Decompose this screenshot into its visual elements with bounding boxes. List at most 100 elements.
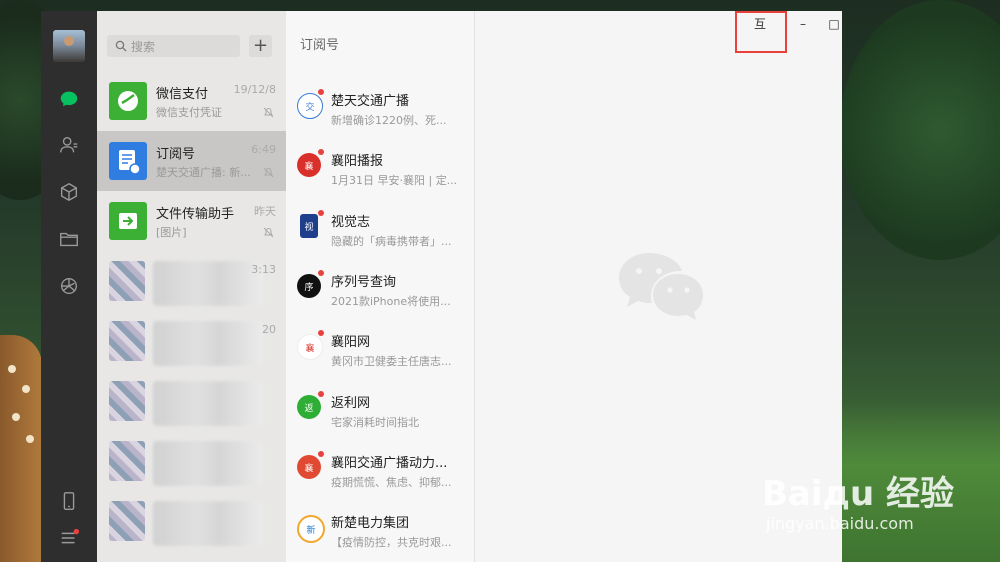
unread-dot xyxy=(318,149,324,155)
chat-time: 19/12/8 xyxy=(233,83,276,96)
minimize-button[interactable]: – xyxy=(793,16,813,32)
account-name: 襄阳播报 xyxy=(331,154,384,169)
unread-dot xyxy=(318,391,324,397)
account-name: 襄阳交通广播动力... xyxy=(331,456,448,471)
account-logo: 襄 xyxy=(297,455,321,479)
account-preview: 疫期慌慌、焦虑、抑郁... xyxy=(331,476,452,489)
subscription-item[interactable]: 返 返利网 宅家消耗时间指北 xyxy=(286,383,474,443)
cube-icon[interactable] xyxy=(57,180,81,204)
search-placeholder: 搜索 xyxy=(131,40,156,54)
account-logo: 返 xyxy=(297,395,321,419)
unread-dot xyxy=(318,330,324,336)
search-icon xyxy=(115,40,127,52)
blurred-avatar xyxy=(109,501,145,541)
account-preview: 宅家消耗时间指北 xyxy=(331,416,419,429)
account-logo: 新 xyxy=(297,515,325,543)
chat-icon[interactable] xyxy=(57,87,81,111)
chat-list-panel: 搜索 + 微信支付 微信支付凭证 19/12/8 订阅号 楚天交通广播: 新..… xyxy=(97,11,286,562)
search-input[interactable]: 搜索 xyxy=(107,35,240,57)
account-preview: 【疫情防控，共克时艰... xyxy=(331,536,452,549)
chat-name: 订阅号 xyxy=(156,147,196,162)
chat-time: 3:13 xyxy=(251,263,276,276)
subscription-item[interactable]: 襄 襄阳播报 1月31日 早安·襄阳 | 定... xyxy=(286,141,474,201)
subscription-item[interactable]: 序 序列号查询 2021款iPhone将使用... xyxy=(286,262,474,322)
menu-icon[interactable] xyxy=(57,526,81,550)
chat-name: 微信支付 xyxy=(156,87,209,102)
chat-item-subscriptions[interactable]: 订阅号 楚天交通广播: 新... 6:49 xyxy=(97,131,286,191)
unread-dot xyxy=(318,210,324,216)
watermark-logo: Baiдu 经验 xyxy=(762,474,955,514)
blurred-content xyxy=(153,321,263,366)
chat-item-blurred[interactable] xyxy=(97,371,286,431)
wechat-window: 搜索 + 微信支付 微信支付凭证 19/12/8 订阅号 楚天交通广播: 新..… xyxy=(41,11,842,562)
account-preview: 隐藏的「病毒携带者」... xyxy=(331,235,452,248)
file-transfer-avatar xyxy=(109,202,147,240)
chat-item-blurred[interactable]: 3:13 xyxy=(97,251,286,311)
add-button[interactable]: + xyxy=(249,35,272,57)
account-name: 视觉志 xyxy=(331,215,371,230)
pin-highlight-box xyxy=(735,11,787,53)
account-preview: 黄冈市卫健委主任唐志... xyxy=(331,355,452,368)
account-name: 序列号查询 xyxy=(331,275,397,290)
blurred-content xyxy=(153,381,263,426)
subscriptions-panel: 订阅号 交 楚天交通广播 新增确诊1220例、死... 襄 襄阳播报 1月31日… xyxy=(286,11,475,562)
mute-icon xyxy=(263,167,274,178)
chat-preview: 微信支付凭证 xyxy=(156,106,222,119)
blurred-avatar xyxy=(109,381,145,421)
folder-icon[interactable] xyxy=(57,227,81,251)
subscription-item[interactable]: 襄 襄阳交通广播动力... 疫期慌慌、焦虑、抑郁... xyxy=(286,443,474,503)
blurred-avatar xyxy=(109,261,145,301)
watermark-url: jingyan.baidu.com xyxy=(766,514,914,533)
account-name: 楚天交通广播 xyxy=(331,94,410,109)
chat-preview: 楚天交通广播: 新... xyxy=(156,166,251,179)
chat-item-file-transfer[interactable]: 文件传输助手 [图片] 昨天 xyxy=(97,191,286,251)
subscription-item[interactable]: 视 视觉志 隐藏的「病毒携带者」... xyxy=(286,202,474,262)
chat-time: 6:49 xyxy=(251,143,276,156)
unread-dot xyxy=(318,89,324,95)
contacts-icon[interactable] xyxy=(57,133,81,157)
maximize-button[interactable]: □ xyxy=(824,16,842,32)
chat-time: 20 xyxy=(262,323,276,336)
account-logo: 襄 xyxy=(297,153,321,177)
account-logo: 视 xyxy=(300,214,318,238)
unread-dot xyxy=(318,451,324,457)
nav-bar xyxy=(41,11,97,562)
subscriptions-avatar xyxy=(109,142,147,180)
blurred-content xyxy=(153,261,263,306)
account-logo: 交 xyxy=(297,93,323,119)
unread-dot xyxy=(318,270,324,276)
blurred-content xyxy=(153,501,263,546)
chat-preview: [图片] xyxy=(156,226,187,239)
subscription-item[interactable]: 襄 襄阳网 黄冈市卫健委主任唐志... xyxy=(286,322,474,382)
account-logo: 襄 xyxy=(297,334,323,360)
subscriptions-title: 订阅号 xyxy=(300,38,340,53)
account-name: 返利网 xyxy=(331,396,371,411)
wechat-pay-avatar xyxy=(109,82,147,120)
moments-icon[interactable] xyxy=(57,274,81,298)
chat-name: 文件传输助手 xyxy=(156,207,235,222)
account-name: 新楚电力集团 xyxy=(331,516,410,531)
phone-icon[interactable] xyxy=(57,489,81,513)
blurred-content xyxy=(153,441,263,486)
account-preview: 2021款iPhone将使用... xyxy=(331,295,451,308)
blurred-avatar xyxy=(109,441,145,481)
mute-icon xyxy=(263,227,274,238)
deer-image xyxy=(0,335,42,562)
blurred-avatar xyxy=(109,321,145,361)
user-avatar[interactable] xyxy=(53,30,85,62)
subscription-item[interactable]: 交 楚天交通广播 新增确诊1220例、死... xyxy=(286,81,474,141)
subscription-item[interactable]: 新 新楚电力集团 【疫情防控，共克时艰... xyxy=(286,503,474,562)
account-logo: 序 xyxy=(297,274,321,298)
chat-item-blurred[interactable] xyxy=(97,491,286,551)
wechat-logo-icon xyxy=(619,253,703,320)
tree-foliage xyxy=(840,0,1000,260)
account-preview: 1月31日 早安·襄阳 | 定... xyxy=(331,174,458,187)
chat-item-blurred[interactable]: 20 xyxy=(97,311,286,371)
chat-item-blurred[interactable] xyxy=(97,431,286,491)
chat-item-wechat-pay[interactable]: 微信支付 微信支付凭证 19/12/8 xyxy=(97,71,286,131)
account-name: 襄阳网 xyxy=(331,335,371,350)
chat-time: 昨天 xyxy=(254,205,276,218)
baidu-watermark: Baiдu 经验 jingyan.baidu.com xyxy=(762,452,982,542)
mute-icon xyxy=(263,107,274,118)
account-preview: 新增确诊1220例、死... xyxy=(331,114,447,127)
